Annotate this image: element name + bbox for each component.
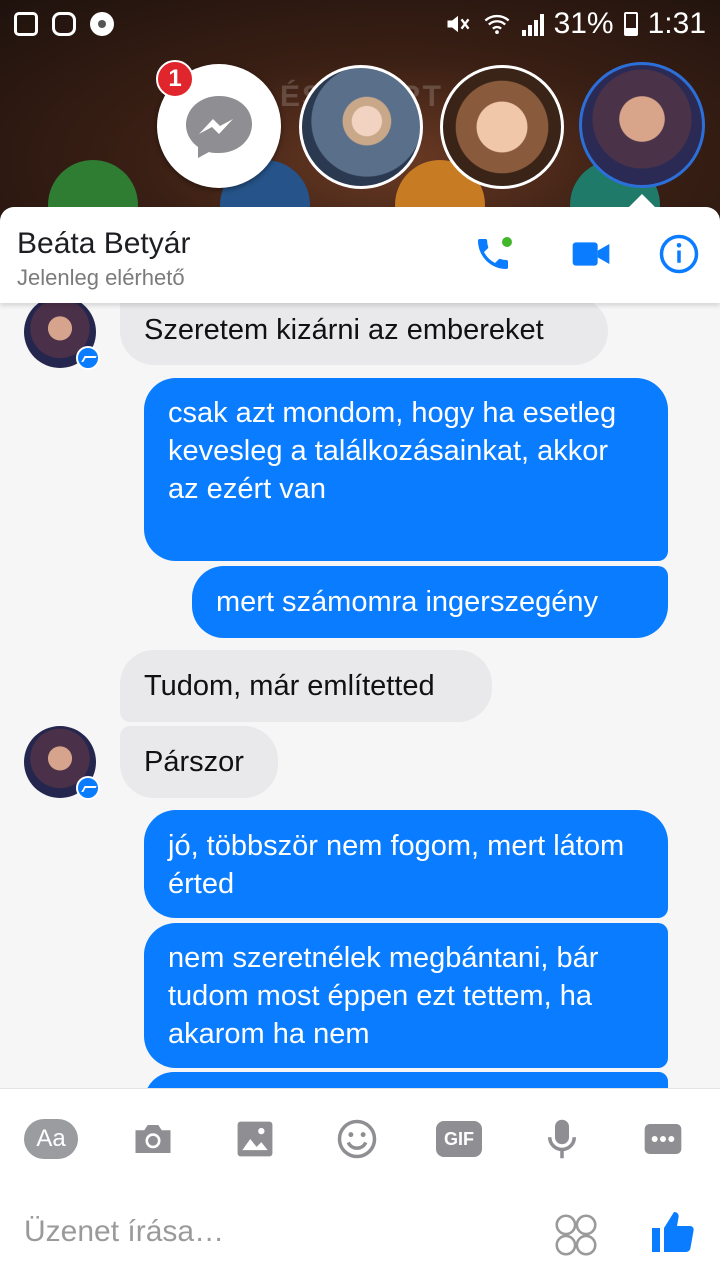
- info-button[interactable]: [654, 229, 704, 279]
- chat-head-avatar[interactable]: [299, 65, 423, 189]
- chat-header: Beáta Betyár Jelenleg elérhető: [0, 207, 720, 303]
- instagram-icon: [52, 12, 76, 36]
- message-list[interactable]: Szeretem kizárni az embereket csak azt m…: [0, 303, 720, 1088]
- message-bubble-incoming[interactable]: Szeretem kizárni az embereket: [120, 303, 608, 365]
- info-icon: [659, 234, 699, 274]
- battery-icon: [623, 12, 638, 36]
- like-icon[interactable]: [648, 1207, 696, 1257]
- contact-avatar[interactable]: [24, 726, 100, 800]
- video-call-button[interactable]: [566, 229, 616, 279]
- gallery-icon: [14, 12, 38, 36]
- messenger-badge-icon: [76, 776, 100, 800]
- image-icon: [237, 1121, 273, 1157]
- signal-icon: [521, 12, 544, 36]
- video-camera-icon: [572, 242, 610, 266]
- emoji-button[interactable]: [334, 1111, 380, 1167]
- gallery-button[interactable]: [232, 1111, 278, 1167]
- camera-button[interactable]: [128, 1111, 178, 1167]
- chat-head-avatar-active[interactable]: [579, 62, 705, 188]
- message-bubble-outgoing-partial[interactable]: [144, 1072, 668, 1088]
- message-bubble-incoming[interactable]: Tudom, már említetted: [120, 650, 492, 722]
- gif-button[interactable]: GIF: [436, 1121, 482, 1157]
- contact-avatar[interactable]: [24, 303, 100, 370]
- smiley-icon: [337, 1119, 377, 1159]
- active-head-pointer: [628, 194, 656, 208]
- voice-message-button[interactable]: [544, 1111, 580, 1167]
- voice-call-button[interactable]: [468, 229, 518, 279]
- composer: Aa GIF Üzenet írása…: [0, 1088, 720, 1280]
- unread-badge: 1: [156, 60, 194, 98]
- message-input[interactable]: Üzenet írása…: [24, 1215, 224, 1249]
- camera-icon: [135, 1125, 171, 1153]
- text-format-button[interactable]: Aa: [24, 1119, 78, 1159]
- contact-name[interactable]: Beáta Betyár: [17, 227, 190, 261]
- battery-percent: 31%: [553, 7, 614, 40]
- message-bubble-outgoing[interactable]: jó, többször nem fogom, mert látom érted: [144, 810, 668, 918]
- sticker-icon[interactable]: [554, 1213, 598, 1257]
- chat-head-avatar[interactable]: [440, 65, 564, 189]
- clock: 1:31: [647, 7, 706, 40]
- online-indicator: [502, 237, 512, 247]
- messenger-badge-icon: [76, 346, 100, 370]
- more-icon: [644, 1124, 682, 1154]
- message-bubble-outgoing[interactable]: mert számomra ingerszegény: [192, 566, 668, 638]
- status-bar: 31% 1:31: [0, 0, 720, 48]
- contact-status: Jelenleg elérhető: [17, 265, 185, 290]
- messenger-icon: [186, 96, 252, 158]
- microphone-icon: [548, 1119, 576, 1159]
- wifi-icon: [484, 14, 510, 35]
- message-bubble-outgoing[interactable]: nem szeretnélek megbántani, bár tudom mo…: [144, 923, 668, 1068]
- music-icon: [90, 12, 114, 36]
- mute-icon: [447, 15, 469, 33]
- message-bubble-incoming[interactable]: Párszor: [120, 726, 278, 798]
- more-options-button[interactable]: [642, 1111, 684, 1167]
- composer-toolbar: Aa GIF: [0, 1111, 720, 1167]
- message-bubble-outgoing[interactable]: csak azt mondom, hogy ha esetleg kevesle…: [144, 378, 668, 561]
